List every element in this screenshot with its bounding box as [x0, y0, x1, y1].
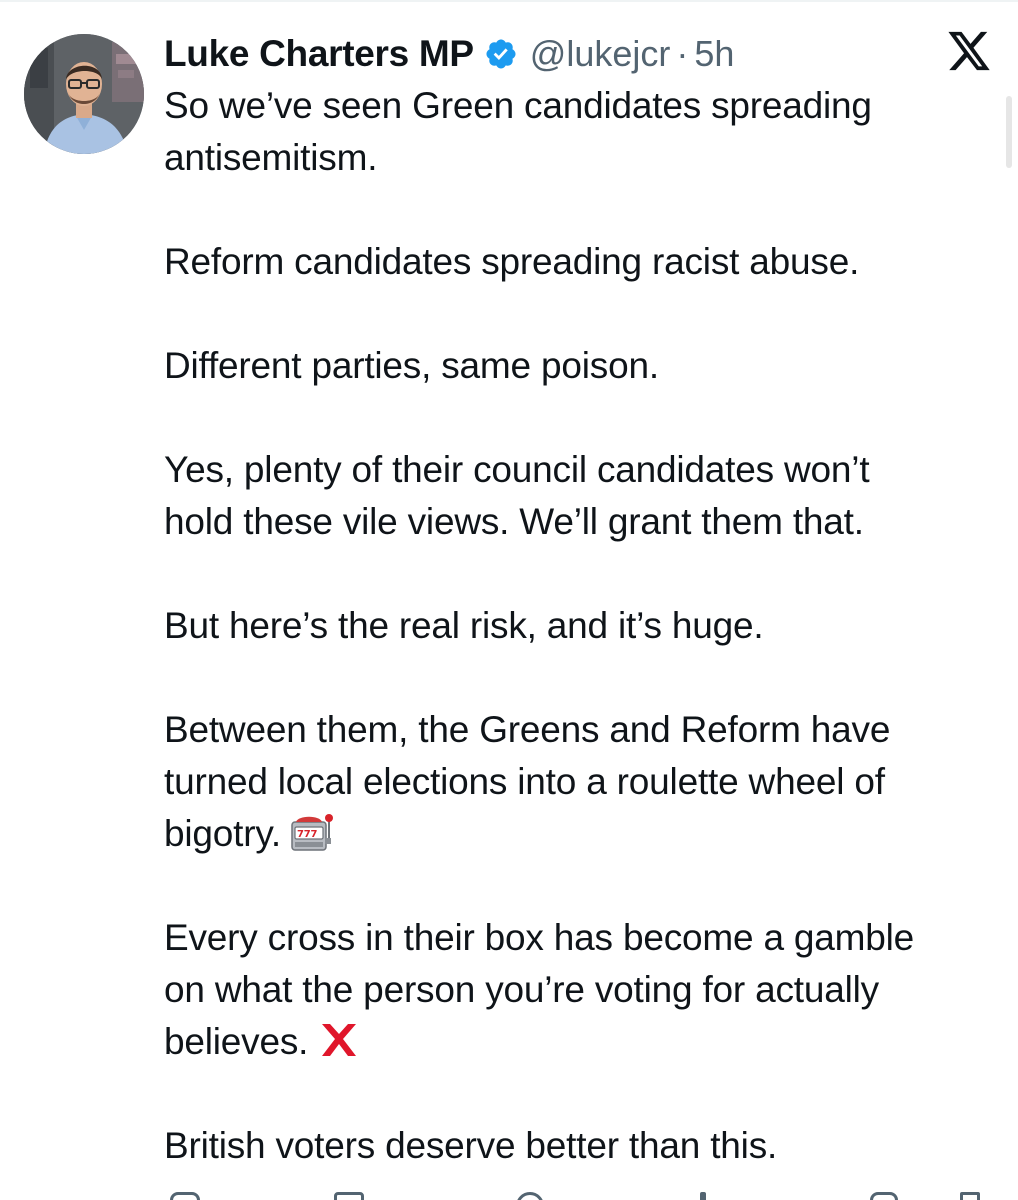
tweet-header: Luke Charters MP @lukejcr · 5h	[164, 26, 734, 82]
bookmark-icon[interactable]	[870, 1192, 898, 1200]
verified-badge-icon[interactable]	[484, 37, 518, 71]
tweet-paragraph-1: So we’ve seen Green candidates spreading…	[164, 85, 872, 178]
reply-icon[interactable]	[170, 1192, 200, 1200]
post-time[interactable]: 5h	[694, 33, 734, 75]
like-icon[interactable]	[516, 1192, 544, 1200]
svg-text:777: 777	[297, 829, 318, 840]
repost-icon[interactable]	[334, 1192, 364, 1200]
author-display-name[interactable]: Luke Charters MP	[164, 33, 474, 75]
x-logo-icon[interactable]	[946, 30, 992, 74]
tweet-paragraph-7: Every cross in their box has become a ga…	[164, 912, 1004, 1068]
tweet-paragraph-6-text: Between them, the Greens and Reform have…	[164, 709, 891, 854]
tweet-text: So we’ve seen Green candidates spreading…	[164, 80, 1004, 1172]
tweet-action-bar	[164, 1188, 994, 1200]
tweet-paragraph-7-text: Every cross in their box has become a ga…	[164, 917, 915, 1062]
avatar[interactable]	[24, 34, 144, 154]
tweet-paragraph-2: Reform candidates spreading racist abuse…	[164, 241, 860, 282]
author-handle[interactable]: @lukejcr	[530, 33, 671, 75]
tweet-paragraph-4: Yes, plenty of their council candidates …	[164, 449, 870, 542]
cross-mark-icon	[316, 1020, 362, 1060]
tweet-paragraph-3: Different parties, same poison.	[164, 345, 659, 386]
scrollbar[interactable]	[1006, 96, 1012, 168]
tweet-paragraph-8: British voters deserve better than this.	[164, 1125, 778, 1166]
separator-dot: ·	[676, 33, 689, 74]
tweet-paragraph-5: But here’s the real risk, and it’s huge.	[164, 605, 764, 646]
tweet-paragraph-6: Between them, the Greens and Reform have…	[164, 704, 1004, 860]
views-icon[interactable]	[700, 1192, 706, 1200]
share-icon[interactable]	[960, 1192, 980, 1200]
top-divider	[0, 0, 1018, 2]
slot-machine-icon: 777	[289, 812, 335, 852]
